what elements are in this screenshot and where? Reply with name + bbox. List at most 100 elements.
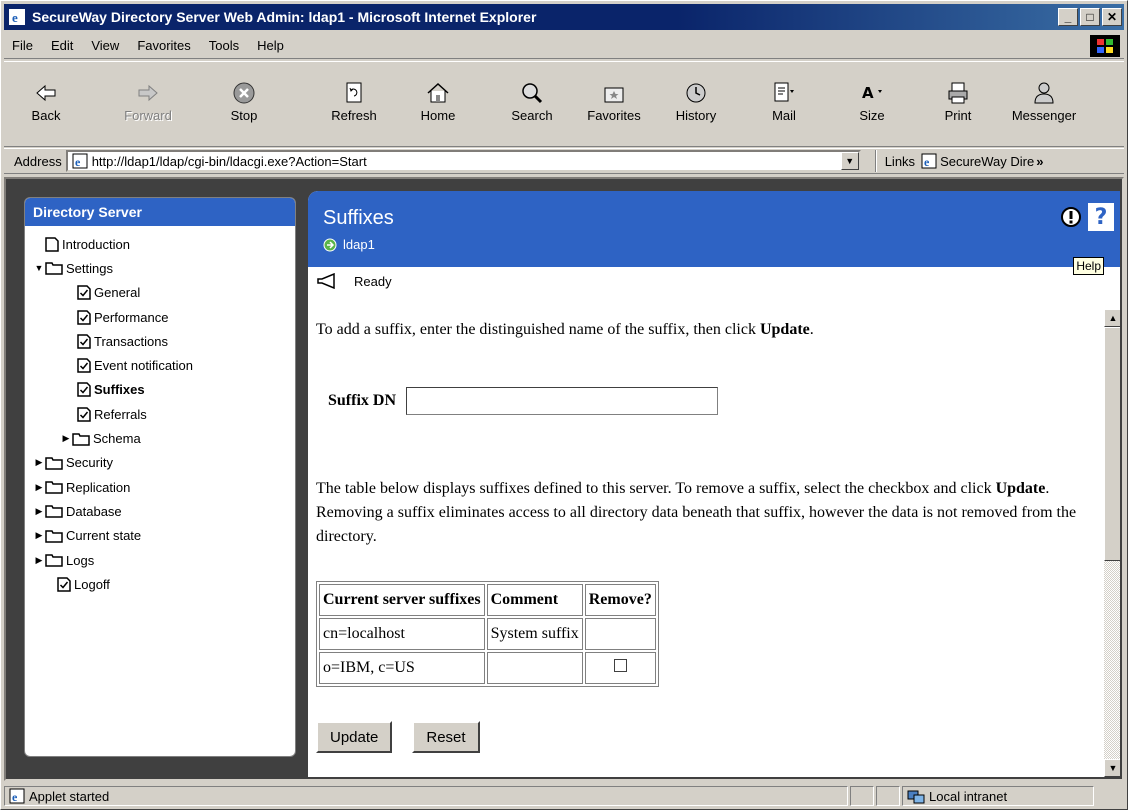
favorites-button[interactable]: Favorites	[582, 80, 646, 123]
address-url: http://ldap1/ldap/cgi-bin/ldacgi.exe?Act…	[91, 153, 367, 169]
nav-item-performance[interactable]: Performance	[25, 305, 295, 329]
menu-tools[interactable]: Tools	[209, 38, 239, 53]
messenger-person-icon	[1034, 82, 1054, 104]
folder-icon	[45, 457, 63, 470]
browser-window: e SecureWay Directory Server Web Admin: …	[0, 0, 1128, 810]
address-dropdown-icon[interactable]: ▼	[840, 152, 859, 170]
remove-cell	[584, 618, 656, 650]
nav-item-general[interactable]: General	[25, 281, 295, 305]
mail-icon	[774, 82, 794, 102]
svg-text:e: e	[12, 790, 18, 804]
nav-item-referrals[interactable]: Referrals	[25, 402, 295, 426]
collapsed-arrow-icon[interactable]: ▶	[34, 530, 44, 541]
menu-help[interactable]: Help	[257, 38, 284, 53]
help-icon[interactable]: ?	[1088, 203, 1114, 231]
status-bar: e Applet started Local intranet	[4, 784, 1124, 808]
suffix-dn-input[interactable]	[406, 387, 719, 415]
suffix-dn-label: Suffix DN	[328, 392, 397, 409]
panel-header: Suffixes ldap1 ?	[308, 191, 1120, 267]
scroll-up-icon[interactable]: ▲	[1104, 309, 1120, 327]
security-zone: Local intranet	[902, 786, 1094, 806]
back-button[interactable]: Back	[14, 80, 78, 123]
collapsed-arrow-icon[interactable]: ▶	[34, 457, 44, 468]
navigation-panel: Directory Server Introduction ▼ Settings…	[24, 197, 296, 757]
nav-item-logoff[interactable]: Logoff	[25, 572, 295, 596]
links-item[interactable]: SecureWay Dire	[940, 154, 1034, 169]
scroll-down-icon[interactable]: ▼	[1104, 759, 1120, 777]
collapsed-arrow-icon[interactable]: ▶	[34, 555, 44, 566]
close-button[interactable]: ✕	[1102, 8, 1122, 26]
svg-text:e: e	[924, 155, 930, 169]
folder-open-icon	[45, 262, 63, 276]
address-input[interactable]: e http://ldap1/ldap/cgi-bin/ldacgi.exe?A…	[65, 150, 861, 172]
nav-item-database[interactable]: ▶ Database	[25, 499, 295, 523]
expanded-arrow-icon[interactable]: ▼	[34, 263, 44, 273]
folder-icon	[72, 432, 90, 446]
table-header-row: Current server suffixes Comment Remove?	[319, 584, 656, 616]
windows-logo-icon	[1090, 35, 1120, 57]
menu-view[interactable]: View	[91, 38, 119, 53]
search-button[interactable]: Search	[500, 80, 564, 123]
messenger-button[interactable]: Messenger	[1004, 80, 1084, 123]
links-more-icon[interactable]: »	[1036, 154, 1043, 169]
forward-arrow-icon	[138, 84, 158, 102]
collapsed-arrow-icon[interactable]: ▶	[34, 506, 44, 517]
nav-item-transactions[interactable]: Transactions	[25, 329, 295, 353]
collapsed-arrow-icon[interactable]: ▶	[34, 482, 44, 493]
table-row: cn=localhost System suffix	[319, 618, 656, 650]
link-page-icon: e	[921, 153, 937, 169]
column-header-suffixes: Current server suffixes	[319, 584, 485, 616]
printer-icon	[948, 82, 968, 104]
page-status-icon: e	[9, 788, 25, 804]
folder-icon	[45, 529, 63, 543]
nav-item-schema[interactable]: ▶ Schema	[25, 426, 295, 450]
nav-item-security[interactable]: ▶ Security	[25, 451, 295, 475]
suffixes-panel: Suffixes ldap1 ? Help Ready ▲ ▼ To add a…	[308, 191, 1120, 777]
comment-cell: System suffix	[486, 618, 583, 650]
mail-button[interactable]: Mail	[752, 80, 816, 123]
title-bar: e SecureWay Directory Server Web Admin: …	[4, 4, 1124, 30]
column-header-remove: Remove?	[584, 584, 656, 616]
menu-file[interactable]: File	[12, 38, 33, 53]
favorites-folder-icon	[604, 87, 624, 103]
page-icon: e	[72, 153, 88, 169]
reset-button[interactable]: Reset	[412, 721, 480, 753]
svg-text:e: e	[12, 10, 18, 25]
forward-button[interactable]: Forward	[116, 80, 180, 123]
nav-item-replication[interactable]: ▶ Replication	[25, 475, 295, 499]
document-icon	[45, 236, 59, 252]
suffix-cell: cn=localhost	[319, 618, 485, 650]
history-icon	[686, 83, 706, 103]
scroll-thumb[interactable]	[1104, 327, 1120, 561]
nav-item-event-notification[interactable]: Event notification	[25, 353, 295, 377]
update-button[interactable]: Update	[316, 721, 393, 753]
size-button[interactable]: A Size	[840, 80, 904, 123]
nav-item-suffixes[interactable]: Suffixes	[25, 378, 295, 402]
folder-icon	[45, 481, 63, 494]
checked-document-icon	[57, 577, 71, 592]
table-row: o=IBM, c=US	[319, 652, 656, 684]
history-button[interactable]: History	[664, 80, 728, 123]
minimize-button[interactable]: _	[1058, 8, 1078, 26]
checked-document-icon	[77, 358, 91, 373]
menu-edit[interactable]: Edit	[51, 38, 73, 53]
remove-checkbox[interactable]	[613, 659, 627, 672]
nav-tree: Introduction ▼ Settings General Performa…	[25, 226, 295, 596]
vertical-scrollbar[interactable]: ▲ ▼	[1104, 309, 1120, 777]
maximize-button[interactable]: □	[1080, 8, 1100, 26]
nav-item-settings[interactable]: ▼ Settings	[25, 256, 295, 280]
toolbar: Back Forward Stop Refresh Home Search Fa…	[4, 61, 1124, 147]
nav-item-logs[interactable]: ▶ Logs	[25, 548, 295, 572]
menu-favorites[interactable]: Favorites	[137, 38, 190, 53]
suffix-dn-row: Suffix DN	[328, 387, 719, 415]
stop-button[interactable]: Stop	[212, 80, 276, 123]
suffix-cell: o=IBM, c=US	[319, 652, 485, 684]
print-button[interactable]: Print	[926, 80, 990, 123]
refresh-button[interactable]: Refresh	[322, 80, 386, 123]
collapsed-arrow-icon[interactable]: ▶	[61, 433, 71, 444]
nav-item-current-state[interactable]: ▶ Current state	[25, 524, 295, 548]
home-button[interactable]: Home	[406, 80, 470, 123]
help-tooltip: Help	[1073, 257, 1104, 275]
nav-item-introduction[interactable]: Introduction	[25, 232, 295, 256]
info-icon[interactable]	[1058, 203, 1084, 231]
